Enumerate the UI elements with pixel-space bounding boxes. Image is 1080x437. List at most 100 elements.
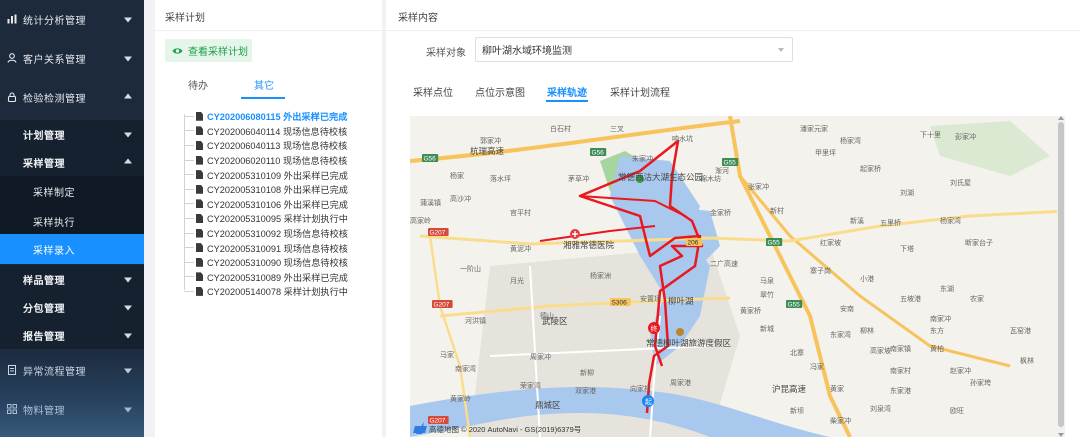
chevron-down-icon bbox=[124, 17, 132, 23]
map-place-label: 南家冲 bbox=[930, 314, 951, 323]
map-landmark-label: 沪昆高速 bbox=[772, 384, 807, 394]
plan-tree-item[interactable]: CY202006040114 现场信息待校核 bbox=[179, 124, 348, 139]
map-landmark-label: 二广高速 bbox=[710, 259, 738, 268]
menu-material[interactable]: 物料管理 bbox=[0, 390, 144, 428]
map-place-label: 郭家冲 bbox=[480, 136, 501, 145]
copyright-text: 高德地图 © 2020 AutoNavi - GS(2019)6379号 bbox=[429, 425, 582, 434]
menu-exception[interactable]: 异常流程管理 bbox=[0, 351, 144, 389]
plan-tree-item[interactable]: CY202006080115 外出采样已完成 bbox=[179, 109, 348, 124]
chevron-down-icon bbox=[124, 368, 132, 374]
map-place-label: 五坡港 bbox=[900, 294, 921, 303]
plan-tree-item[interactable]: CY202005310108 外出采样已完成 bbox=[179, 182, 348, 197]
document-icon bbox=[196, 272, 203, 282]
map-place-label: 红家坡 bbox=[820, 238, 841, 247]
menu-subcontract[interactable]: 分包管理 bbox=[0, 293, 144, 321]
map-place-label: 官平村 bbox=[510, 208, 531, 217]
map-landmark-label: 湘雅常德医院 bbox=[563, 240, 615, 250]
tab-sampling-points[interactable]: 采样点位 bbox=[413, 84, 453, 99]
plan-item-label: CY202006080115 外出采样已完成 bbox=[207, 112, 348, 123]
plan-item-label: CY202005310090 现场信息待校核 bbox=[207, 258, 348, 269]
menu-inspection[interactable]: 检验检测管理 bbox=[0, 78, 144, 116]
menu-report[interactable]: 报告管理 bbox=[0, 321, 144, 349]
route-shield-label: G55 bbox=[724, 160, 737, 167]
plan-tree-item[interactable]: CY202005310106 外出采样已完成 bbox=[179, 197, 348, 212]
map-place-label: 刘氏屋 bbox=[950, 178, 971, 187]
sampling-object-label: 采样对象 bbox=[426, 48, 466, 59]
map-scrollbar[interactable] bbox=[1057, 116, 1065, 437]
map-place-label: 杨家 bbox=[450, 171, 464, 180]
plan-tree-item[interactable]: CY202005310091 现场信息待校核 bbox=[179, 240, 348, 255]
map-place-label: 三叉 bbox=[610, 125, 624, 133]
tree-connector bbox=[184, 130, 194, 132]
map-place-label: 冯家 bbox=[810, 362, 824, 371]
tab-other[interactable]: 其它 bbox=[254, 77, 274, 92]
menu-label: 统计分析管理 bbox=[23, 15, 86, 27]
plan-tree-item[interactable]: CY202005310109 外出采样已完成 bbox=[179, 167, 348, 182]
end-label: 终 bbox=[651, 324, 658, 333]
map-place-label: 彭家冲 bbox=[955, 132, 976, 141]
menu-label: 客户关系管理 bbox=[23, 54, 86, 66]
sampling-object-select[interactable]: 柳叶湖水域环境监测 bbox=[475, 37, 793, 62]
map-place-label: 高家岭 bbox=[410, 216, 431, 225]
map-landmark-label: 柳叶湖 bbox=[668, 296, 694, 306]
scroll-thumb[interactable] bbox=[1058, 122, 1064, 427]
map-place-label: 柴家冲 bbox=[830, 416, 851, 425]
map-place-label: 南家湾 bbox=[455, 364, 476, 373]
panel-title: 采样内容 bbox=[398, 13, 438, 24]
map-place-label: 欧旺 bbox=[950, 406, 964, 415]
sampling-track-map[interactable]: 起 终 G56 G56 G55 G55 G55 G207 G207 G207 S306 206 白… bbox=[410, 116, 1065, 437]
plan-tree-item[interactable]: CY202005310095 采样计划执行中 bbox=[179, 211, 348, 226]
map-place-label: 东湖 bbox=[940, 284, 954, 293]
plan-tree-item[interactable]: CY202005140078 采样计划执行中 bbox=[179, 284, 348, 299]
menu-sample[interactable]: 样品管理 bbox=[0, 265, 144, 293]
document-icon bbox=[196, 257, 203, 267]
menu-sampling-plan[interactable]: 采样制定 bbox=[0, 176, 144, 206]
menu-statistics[interactable]: 统计分析管理 bbox=[0, 0, 144, 38]
tree-connector bbox=[184, 276, 194, 278]
map-place-label: 张家冲 bbox=[748, 182, 769, 191]
document-icon bbox=[196, 170, 203, 180]
plan-tree-item[interactable]: CY202006020110 现场信息待校核 bbox=[179, 153, 348, 168]
map-place-label: 东方 bbox=[930, 326, 944, 335]
plan-tree-item[interactable]: CY202006040113 现场信息待校核 bbox=[179, 138, 348, 153]
map-place-label: 南家村 bbox=[890, 366, 911, 375]
map-place-label: 刘泉湾 bbox=[870, 404, 891, 413]
plan-item-label: CY202006020110 现场信息待校核 bbox=[207, 156, 348, 167]
menu-label: 样品管理 bbox=[23, 275, 65, 287]
map-place-label: 赵家冲 bbox=[950, 366, 971, 375]
chevron-down-icon bbox=[124, 132, 132, 138]
scroll-up-arrow-icon[interactable] bbox=[1058, 116, 1064, 120]
plan-item-label: CY202005310091 现场信息待校核 bbox=[207, 243, 348, 254]
view-sampling-plan-button[interactable]: 查看采样计划 bbox=[165, 39, 252, 62]
plan-item-label: CY202005310092 现场信息待校核 bbox=[207, 229, 348, 240]
menu-customer[interactable]: 客户关系管理 bbox=[0, 39, 144, 77]
tab-todo[interactable]: 待办 bbox=[188, 77, 208, 92]
document-icon bbox=[196, 243, 203, 253]
menu-sampling[interactable]: 采样管理 bbox=[0, 148, 144, 176]
plan-tree-item[interactable]: CY202005310092 现场信息待校核 bbox=[179, 226, 348, 241]
divider bbox=[386, 30, 1080, 31]
scroll-down-arrow-icon[interactable] bbox=[1058, 433, 1064, 437]
tree-connector bbox=[184, 115, 194, 117]
map-landmark-label: 鼎城区 bbox=[535, 400, 561, 410]
menu-label: 采样录入 bbox=[33, 245, 75, 257]
document-icon bbox=[196, 213, 203, 223]
menu-plan[interactable]: 计划管理 bbox=[0, 120, 144, 148]
document-icon bbox=[196, 111, 203, 121]
tab-plan-flow[interactable]: 采样计划流程 bbox=[610, 84, 670, 99]
plan-tree-item[interactable]: CY202005310089 外出采样已完成 bbox=[179, 270, 348, 285]
menu-sampling-entry[interactable]: 采样录入 bbox=[0, 234, 144, 264]
sidebar: 统计分析管理 客户关系管理 检验检测管理 计划管理 采样管理 采样制定 采样执行… bbox=[0, 0, 144, 437]
panel-title: 采样计划 bbox=[165, 13, 205, 24]
menu-sampling-exec[interactable]: 采样执行 bbox=[0, 206, 144, 236]
plan-item-label: CY202005310108 外出采样已完成 bbox=[207, 185, 348, 196]
document-icon bbox=[196, 126, 203, 136]
chevron-down-icon bbox=[124, 277, 132, 283]
chart-icon bbox=[6, 13, 18, 25]
tab-point-diagram[interactable]: 点位示意图 bbox=[475, 84, 525, 99]
document-icon bbox=[196, 140, 203, 150]
tree-connector bbox=[184, 203, 194, 205]
plan-tree-item[interactable]: CY202005310090 现场信息待校核 bbox=[179, 255, 348, 270]
tab-sampling-track[interactable]: 采样轨迹 bbox=[547, 84, 587, 99]
menu-label: 报告管理 bbox=[23, 331, 65, 343]
